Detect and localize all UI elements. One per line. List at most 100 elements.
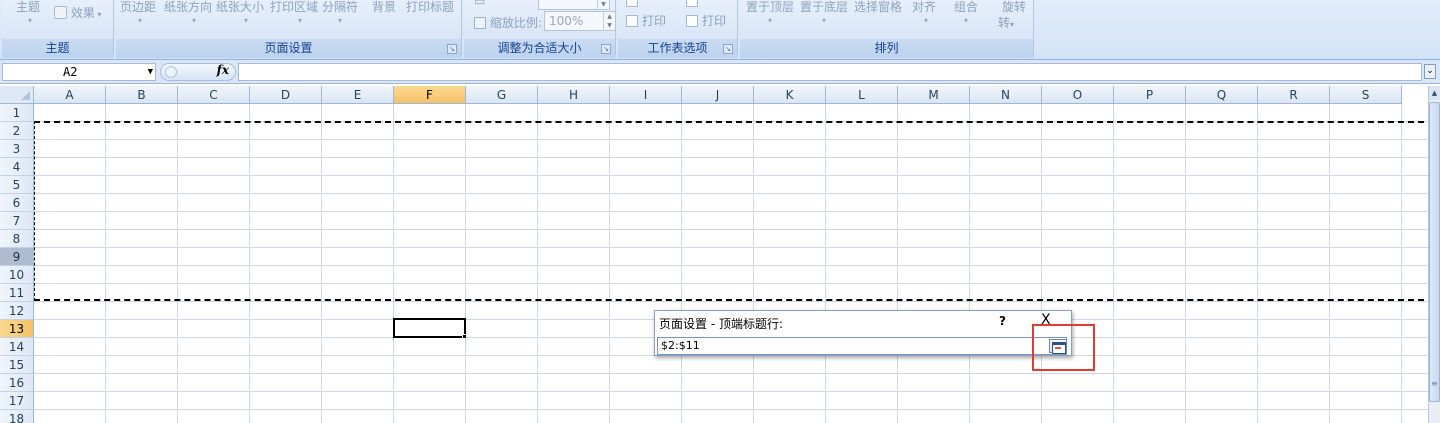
name-box-value: A2 xyxy=(63,65,78,79)
scale-row: 缩放比例: xyxy=(474,14,542,31)
rotate-button-bottom[interactable]: 转▾ xyxy=(998,14,1014,31)
breaks-button[interactable]: 分隔符 xyxy=(322,0,358,15)
scale-to-fit-group: ▲▼ ▭ 缩放比例: 100% ▲▼ 调整为合适大小 ↘ xyxy=(464,0,616,58)
height-spin[interactable]: ▲▼ xyxy=(538,0,610,10)
themes-group-label: 主题 xyxy=(2,39,113,58)
row-header-12[interactable]: 12 xyxy=(0,302,34,320)
cells-area[interactable] xyxy=(34,104,1428,423)
orientation-button[interactable]: 纸张方向 xyxy=(164,0,212,15)
annotation-highlight xyxy=(1032,324,1095,371)
chevron-down-icon: ▾ xyxy=(94,10,102,19)
row-header-6[interactable]: 6 xyxy=(0,194,34,212)
row-header-8[interactable]: 8 xyxy=(0,230,34,248)
column-header-s[interactable]: S xyxy=(1330,86,1402,104)
theme-button[interactable]: 主题 xyxy=(16,0,40,15)
column-header-h[interactable]: H xyxy=(538,86,610,104)
column-header-l[interactable]: L xyxy=(826,86,898,104)
row-header-4[interactable]: 4 xyxy=(0,158,34,176)
bring-to-front-button[interactable]: 置于顶层 xyxy=(746,0,794,15)
print-titles-button[interactable]: 打印标题 xyxy=(406,0,454,15)
effects-icon xyxy=(54,6,67,19)
send-to-back-button[interactable]: 置于底层 xyxy=(800,0,848,15)
row-header-10[interactable]: 10 xyxy=(0,266,34,284)
formula-bar: A2 ▼ fx ⌄ xyxy=(0,60,1440,84)
name-box[interactable]: A2 ▼ xyxy=(2,63,156,81)
row-header-2[interactable]: 2 xyxy=(0,122,34,140)
sheet-options-launcher-icon[interactable]: ↘ xyxy=(723,44,733,54)
column-header-b[interactable]: B xyxy=(106,86,178,104)
scroll-thumb[interactable] xyxy=(1429,102,1440,402)
print-area-button[interactable]: 打印区域 xyxy=(270,0,318,15)
row-header-1[interactable]: 1 xyxy=(0,104,34,122)
height-icon: ▭ xyxy=(474,0,486,8)
column-header-r[interactable]: R xyxy=(1258,86,1330,104)
print-headings-checkbox[interactable]: 打印 xyxy=(686,12,726,29)
row-header-18[interactable]: 18 xyxy=(0,410,34,423)
size-button[interactable]: 纸张大小 xyxy=(216,0,264,15)
print-gridlines-label: 打印 xyxy=(642,14,667,28)
background-button[interactable]: 背景 xyxy=(372,0,396,15)
spin-arrows-icon[interactable]: ▲▼ xyxy=(603,12,615,30)
formula-input[interactable] xyxy=(238,63,1422,81)
chevron-down-icon: ▾ xyxy=(138,16,143,25)
selection-pane-button[interactable]: 选择窗格 xyxy=(854,0,902,15)
column-header-j[interactable]: J xyxy=(682,86,754,104)
row-header-9[interactable]: 9 xyxy=(0,248,34,266)
row-header-16[interactable]: 16 xyxy=(0,374,34,392)
row-header-13[interactable]: 13 xyxy=(0,320,34,338)
row-header-5[interactable]: 5 xyxy=(0,176,34,194)
title-rows-input[interactable]: $2:$11 xyxy=(657,337,1067,355)
view-headings-checkbox[interactable] xyxy=(686,0,702,8)
vertical-scrollbar[interactable]: ▲ ≡ xyxy=(1428,86,1440,423)
column-header-n[interactable]: N xyxy=(970,86,1042,104)
row-header-7[interactable]: 7 xyxy=(0,212,34,230)
print-gridlines-checkbox[interactable]: 打印 xyxy=(626,12,666,29)
select-all-button[interactable] xyxy=(0,86,34,104)
column-header-o[interactable]: O xyxy=(1042,86,1114,104)
insert-function-icon[interactable]: fx xyxy=(217,63,229,77)
column-header-m[interactable]: M xyxy=(898,86,970,104)
column-header-g[interactable]: G xyxy=(466,86,538,104)
ribbon: 主题 ▾ 效果 ▾ 主题 页边距 ▾ 纸张方向 ▾ 纸张大小 ▾ 打印区域 ▾ … xyxy=(0,0,1440,60)
scale-input[interactable]: 100% ▲ ▼ xyxy=(544,11,616,31)
align-button[interactable]: 对齐 xyxy=(912,0,936,15)
grip-icon: ≡ xyxy=(1431,379,1438,388)
row-header-11[interactable]: 11 xyxy=(0,284,34,302)
spin-arrows-icon[interactable]: ▲▼ xyxy=(597,0,609,9)
circle-icon xyxy=(165,66,177,78)
page-setup-launcher-icon[interactable]: ↘ xyxy=(447,44,457,54)
column-header-i[interactable]: I xyxy=(610,86,682,104)
view-gridlines-checkbox[interactable] xyxy=(626,0,642,8)
rotate-button[interactable]: 旋转 xyxy=(1002,0,1026,15)
row-header-14[interactable]: 14 xyxy=(0,338,34,356)
chevron-down-icon: ▾ xyxy=(924,16,929,25)
group-button[interactable]: 组合 xyxy=(954,0,978,15)
column-header-e[interactable]: E xyxy=(322,86,394,104)
expand-formula-icon[interactable]: ⌄ xyxy=(1424,64,1436,79)
margins-button[interactable]: 页边距 xyxy=(120,0,156,15)
column-header-d[interactable]: D xyxy=(250,86,322,104)
column-header-k[interactable]: K xyxy=(754,86,826,104)
effects-button[interactable]: 效果 ▾ xyxy=(54,4,101,21)
chevron-down-icon: ▾ xyxy=(28,16,33,25)
print-headings-label: 打印 xyxy=(702,14,727,28)
column-header-p[interactable]: P xyxy=(1114,86,1186,104)
effects-label: 效果 xyxy=(70,6,95,20)
fill-handle[interactable] xyxy=(462,334,467,339)
page-setup-group-label: 页面设置 xyxy=(116,39,461,58)
active-cell[interactable] xyxy=(393,318,466,338)
help-icon[interactable]: ? xyxy=(999,314,1006,328)
column-header-a[interactable]: A xyxy=(34,86,106,104)
column-header-q[interactable]: Q xyxy=(1186,86,1258,104)
themes-group: 主题 ▾ 效果 ▾ 主题 xyxy=(2,0,114,58)
scale-launcher-icon[interactable]: ↘ xyxy=(601,44,611,54)
chevron-down-icon[interactable]: ▼ xyxy=(148,64,153,80)
row-header-17[interactable]: 17 xyxy=(0,392,34,410)
page-setup-group: 页边距 ▾ 纸张方向 ▾ 纸张大小 ▾ 打印区域 ▾ 分隔符 ▾ 背景 打印标题… xyxy=(116,0,462,58)
row-header-15[interactable]: 15 xyxy=(0,356,34,374)
row-header-3[interactable]: 3 xyxy=(0,140,34,158)
marquee-bottom xyxy=(34,299,1424,301)
scroll-up-icon[interactable]: ▲ xyxy=(1429,86,1440,100)
column-header-f[interactable]: F xyxy=(394,86,466,104)
column-header-c[interactable]: C xyxy=(178,86,250,104)
